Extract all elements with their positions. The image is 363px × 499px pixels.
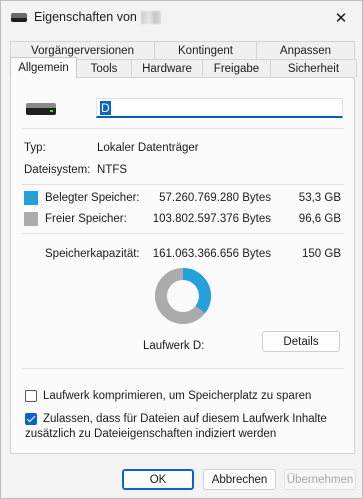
- redacted-drive-name: [141, 11, 161, 24]
- type-label: Typ:: [24, 142, 46, 154]
- tab-freigabe[interactable]: Freigabe: [202, 59, 271, 77]
- free-space-bytes: 103.802.597.376 Bytes: [152, 213, 271, 225]
- details-button[interactable]: Details: [262, 331, 340, 352]
- used-space-swatch: [24, 191, 38, 205]
- used-space-gb: 53,3 GB: [298, 192, 341, 204]
- divider: [22, 233, 344, 234]
- used-space-label: Belegter Speicher:: [45, 192, 140, 204]
- cancel-button[interactable]: Abbrechen: [203, 469, 276, 490]
- usage-donut-chart: [155, 268, 211, 324]
- hard-drive-icon: [26, 103, 56, 115]
- filesystem-label: Dateisystem:: [24, 164, 91, 176]
- properties-window: Eigenschaften von ✕ Vorgängerversionen K…: [0, 0, 363, 499]
- tab-kontingent[interactable]: Kontingent: [154, 41, 257, 59]
- free-space-swatch: [24, 212, 38, 226]
- tab-anpassen[interactable]: Anpassen: [256, 41, 355, 59]
- drive-icon: [11, 13, 27, 22]
- capacity-label: Speicherkapazität:: [45, 248, 140, 260]
- capacity-bytes: 161.063.366.656 Bytes: [152, 248, 271, 260]
- drive-letter-label: Laufwerk D:: [143, 340, 205, 352]
- type-value: Lokaler Datenträger: [97, 142, 199, 154]
- title-bar[interactable]: Eigenschaften von ✕: [1, 1, 362, 35]
- general-tab-panel: D Typ: Lokaler Datenträger Dateisystem: …: [10, 77, 355, 454]
- tab-hardware[interactable]: Hardware: [131, 59, 203, 77]
- ok-button[interactable]: OK: [122, 469, 194, 490]
- window-title: Eigenschaften von: [34, 10, 137, 24]
- filesystem-value: NTFS: [97, 164, 128, 176]
- divider: [22, 184, 344, 185]
- divider: [22, 368, 344, 369]
- tab-sicherheit[interactable]: Sicherheit: [270, 59, 357, 77]
- drive-name-field[interactable]: D: [96, 98, 343, 118]
- compress-checkbox[interactable]: [25, 390, 37, 402]
- apply-button: Übernehmen: [284, 469, 356, 490]
- compress-label[interactable]: Laufwerk komprimieren, um Speicherplatz …: [43, 389, 311, 403]
- close-icon: ✕: [334, 10, 348, 27]
- tab-tools[interactable]: Tools: [76, 59, 132, 77]
- close-button[interactable]: ✕: [323, 3, 359, 33]
- tab-row-front: Allgemein Tools Hardware Freigabe Sicher…: [10, 57, 357, 78]
- drive-name-text: D: [100, 101, 111, 115]
- divider: [22, 128, 344, 129]
- tab-allgemein[interactable]: Allgemein: [10, 57, 77, 78]
- used-space-bytes: 57.260.769.280 Bytes: [159, 192, 271, 204]
- index-label-line2[interactable]: zusätzlich zu Dateieigenschaften indizie…: [25, 427, 276, 441]
- free-space-gb: 96,6 GB: [298, 213, 341, 225]
- index-checkbox[interactable]: [25, 413, 37, 425]
- capacity-gb: 150 GB: [302, 248, 341, 260]
- free-space-label: Freier Speicher:: [45, 213, 127, 225]
- index-label-line1[interactable]: Zulassen, dass für Dateien auf diesem La…: [43, 412, 327, 426]
